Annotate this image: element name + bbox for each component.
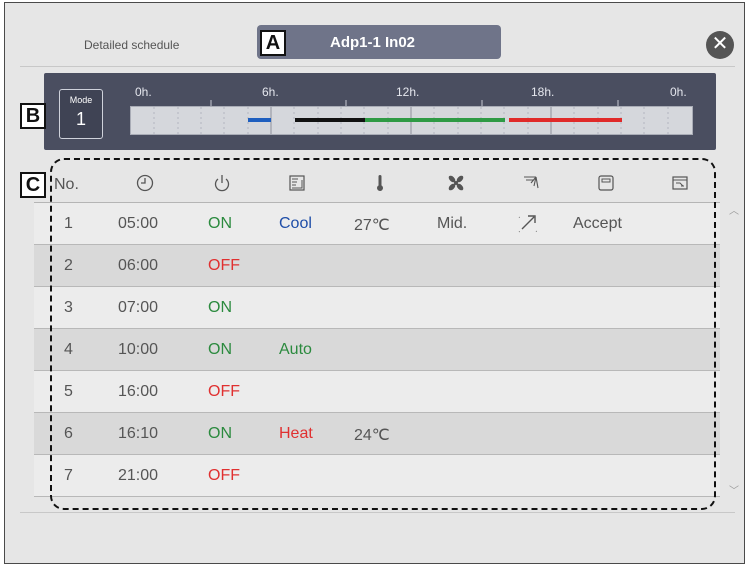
timeline-bar: [130, 106, 693, 135]
mode-value: 1: [75, 109, 86, 129]
row-power: ON: [208, 215, 232, 232]
timeline-segment: [294, 118, 365, 122]
row-power: ON: [208, 425, 232, 442]
row-remote-status: Accept: [573, 215, 622, 232]
unit-name-label: Adp1-1 In02: [330, 34, 416, 51]
column-number-header: No.: [54, 176, 79, 193]
row-number: 5: [64, 383, 73, 400]
close-button[interactable]: ✕: [706, 31, 734, 59]
mode-icon: [289, 175, 305, 191]
row-time: 21:00: [118, 467, 159, 484]
row-number: 1: [64, 215, 73, 232]
air-direction-icon: [518, 215, 539, 234]
remote-icon: [598, 175, 614, 191]
row-time: 06:00: [118, 257, 159, 274]
row-number: 2: [64, 257, 73, 274]
row-power: OFF: [208, 383, 240, 400]
row-power: ON: [208, 299, 232, 316]
table-row[interactable]: 1 05:00 ON Cool 27℃ Mid. Accept: [34, 203, 720, 245]
scroll-up-icon[interactable]: ︿: [728, 206, 740, 218]
row-fan-speed: Mid.: [437, 215, 468, 232]
row-power: ON: [208, 341, 232, 358]
row-number: 7: [64, 467, 73, 484]
row-time: 10:00: [118, 341, 159, 358]
row-mode: Heat: [279, 425, 313, 442]
callout-b: B: [20, 103, 46, 129]
table-row[interactable]: 6 16:10 ON Heat 24℃: [34, 413, 720, 455]
power-icon: [214, 175, 230, 192]
thermometer-icon: [377, 175, 383, 191]
row-power: OFF: [208, 467, 240, 484]
row-temperature: 27℃: [354, 217, 390, 234]
table-row[interactable]: 5 16:00 OFF: [34, 371, 720, 413]
air-direction-icon: [524, 176, 539, 189]
row-time: 07:00: [118, 299, 159, 316]
row-time: 16:10: [118, 425, 159, 442]
table-header: No.: [34, 166, 720, 202]
timeline-ticks: [210, 100, 619, 106]
row-number: 3: [64, 299, 73, 316]
table-row[interactable]: 4 10:00 ON Auto: [34, 329, 720, 371]
scroll-down-icon[interactable]: ﹀: [728, 486, 740, 498]
window-title: Detailed schedule: [84, 38, 180, 52]
row-power: OFF: [208, 257, 240, 274]
row-time: 05:00: [118, 215, 159, 232]
row-number: 4: [64, 341, 73, 358]
timeline-segment: [364, 118, 505, 122]
callout-a: A: [260, 30, 286, 56]
footer-divider: [20, 512, 735, 513]
row-mode: Cool: [279, 215, 312, 232]
mode-selector[interactable]: Mode 1: [59, 89, 103, 139]
unit-name-tab[interactable]: Adp1-1 In02: [257, 25, 501, 59]
timeline-segment: [508, 118, 622, 122]
table-row[interactable]: 2 06:00 OFF: [34, 245, 720, 287]
table-row[interactable]: 7 21:00 OFF: [34, 455, 720, 497]
row-mode: Auto: [279, 341, 312, 358]
setting-icon: [672, 176, 688, 190]
fan-icon: [448, 175, 464, 191]
timeline-segment: [247, 118, 272, 122]
header-divider: [20, 66, 735, 67]
mode-label: Mode: [69, 95, 93, 105]
table-row[interactable]: 3 07:00 ON: [34, 287, 720, 329]
row-time: 16:00: [118, 383, 159, 400]
row-number: 6: [64, 425, 73, 442]
close-icon: ✕: [711, 33, 729, 55]
clock-icon: [136, 174, 154, 192]
table-scrollbar[interactable]: ︿ ﹀: [728, 206, 740, 498]
row-temperature: 24℃: [354, 427, 390, 444]
